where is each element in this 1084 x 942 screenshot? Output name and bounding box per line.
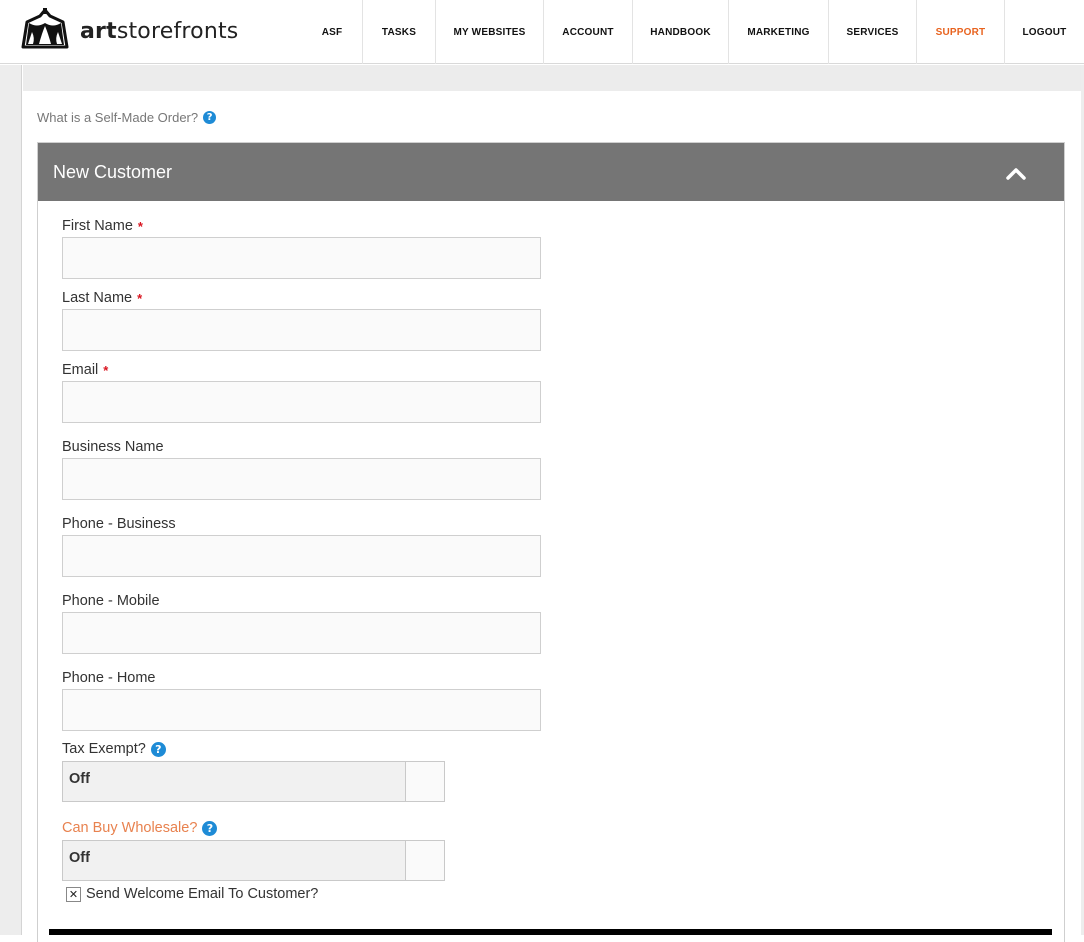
last-name-input[interactable] [62, 309, 541, 351]
tax-exempt-toggle[interactable]: Off [62, 761, 445, 802]
business-name-label: Business Name [62, 439, 164, 455]
panel-header[interactable]: New Customer [38, 143, 1064, 201]
phone-home-input[interactable] [62, 689, 541, 731]
help-text: What is a Self-Made Order? [37, 110, 199, 125]
can-buy-wholesale-toggle[interactable]: Off [62, 840, 445, 881]
phone-business-label: Phone - Business [62, 516, 176, 532]
tax-exempt-label: Tax Exempt? ? [62, 741, 166, 757]
toggle-knob[interactable] [405, 841, 444, 880]
top-navigation-bar: artstorefronts ASF TASKS MY WEBSITES ACC… [0, 0, 1084, 64]
left-rail [0, 65, 22, 935]
logo-tent-icon [21, 8, 69, 49]
required-asterisk: * [137, 290, 143, 306]
last-name-label: Last Name * [62, 290, 143, 306]
bottom-action-bar [49, 929, 1052, 935]
required-asterisk: * [137, 218, 143, 234]
send-welcome-email-label[interactable]: Send Welcome Email To Customer? [86, 886, 318, 902]
nav-marketing[interactable]: MARKETING [728, 0, 828, 64]
nav-my-websites[interactable]: MY WEBSITES [435, 0, 543, 64]
nav-handbook[interactable]: HANDBOOK [632, 0, 728, 64]
question-circle-icon[interactable]: ? [203, 111, 217, 124]
email-label: Email * [62, 362, 109, 378]
self-made-order-help[interactable]: What is a Self-Made Order? ? [37, 110, 217, 125]
artstorefronts-logo[interactable]: artstorefronts [20, 7, 238, 55]
toggle-knob[interactable] [405, 762, 444, 801]
nav-tasks[interactable]: TASKS [362, 0, 435, 64]
toggle-state: Off [69, 771, 90, 787]
first-name-input[interactable] [62, 237, 541, 279]
question-circle-icon[interactable]: ? [150, 741, 166, 757]
panel-title: New Customer [53, 161, 173, 182]
nav-account[interactable]: ACCOUNT [543, 0, 632, 64]
phone-mobile-input[interactable] [62, 612, 541, 654]
phone-home-label: Phone - Home [62, 670, 156, 686]
required-asterisk: * [103, 362, 109, 378]
phone-mobile-label: Phone - Mobile [62, 593, 160, 609]
toggle-state: Off [69, 850, 90, 866]
nav-logout[interactable]: LOGOUT [1004, 0, 1084, 64]
can-buy-wholesale-label: Can Buy Wholesale? ? [62, 820, 218, 836]
send-welcome-email-checkbox[interactable]: ✕ [66, 886, 81, 902]
first-name-label: First Name * [62, 218, 143, 234]
content-top-band [23, 65, 1081, 91]
question-circle-icon[interactable]: ? [202, 820, 218, 836]
main-nav: ASF TASKS MY WEBSITES ACCOUNT HANDBOOK M… [302, 0, 1084, 64]
chevron-up-icon[interactable] [1004, 163, 1028, 183]
nav-asf[interactable]: ASF [302, 0, 362, 64]
business-name-input[interactable] [62, 458, 541, 500]
nav-support[interactable]: SUPPORT [916, 0, 1004, 64]
logo-wordmark: artstorefronts [80, 18, 239, 44]
phone-business-input[interactable] [62, 535, 541, 577]
nav-services[interactable]: SERVICES [828, 0, 916, 64]
send-welcome-email-row: ✕ Send Welcome Email To Customer? [66, 886, 318, 902]
email-input[interactable] [62, 381, 541, 423]
